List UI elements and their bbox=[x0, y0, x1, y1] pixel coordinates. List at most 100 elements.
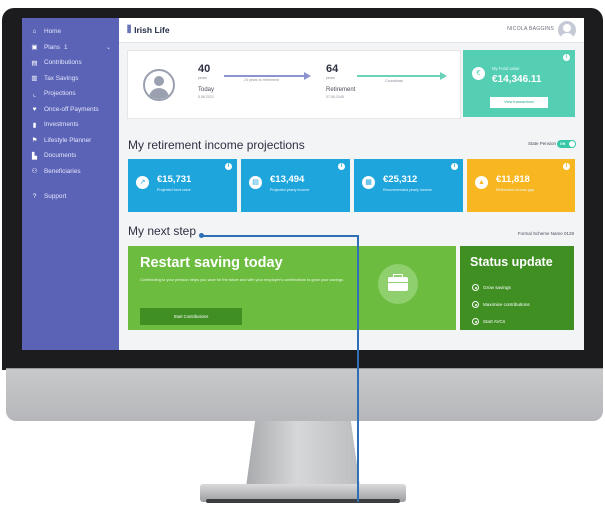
scheme-name: Formal Scheme Name 0128 bbox=[517, 231, 574, 236]
help-icon: ? bbox=[32, 193, 37, 201]
retirement-timeline-card: 40 years Today 5.06.2021 24 years to ret… bbox=[127, 50, 461, 119]
tile-value: €11,818 bbox=[496, 174, 530, 185]
projection-tile[interactable]: i ↗ €15,731 Projected fund value bbox=[128, 159, 237, 212]
view-transactions-button[interactable]: View transactions bbox=[490, 97, 548, 108]
info-icon[interactable]: i bbox=[563, 163, 570, 170]
countdown-track bbox=[357, 75, 442, 77]
state-pension-toggle[interactable]: ON bbox=[557, 140, 576, 148]
state-pension-label: State Pension bbox=[527, 141, 556, 146]
years-to-retirement: 24 years to retirement bbox=[244, 78, 279, 82]
card-title: Restart saving today bbox=[140, 255, 283, 271]
callout-line-vertical bbox=[357, 235, 359, 502]
card-description: Contributing to your pension helps you s… bbox=[140, 277, 344, 282]
monitor-divider bbox=[6, 368, 603, 369]
sidebar-spacer bbox=[22, 179, 119, 189]
payment-icon: ♥ bbox=[32, 105, 37, 113]
check-circle-icon bbox=[472, 318, 479, 325]
sidebar-item-documents[interactable]: ▙ Documents bbox=[22, 148, 119, 164]
status-item-label: Maximise contributions bbox=[483, 302, 530, 307]
current-age-unit: years bbox=[198, 76, 207, 80]
sidebar-item-contributions[interactable]: ▤ Contributions bbox=[22, 55, 119, 71]
retirement-age: 64 bbox=[326, 63, 339, 75]
sidebar-item-tax-savings[interactable]: ▥ Tax Savings bbox=[22, 71, 119, 87]
contributions-icon: ▤ bbox=[31, 59, 38, 67]
tile-label: Recommended yearly income bbox=[383, 188, 432, 192]
status-list: Grow savings Maximise contributions Start … bbox=[472, 279, 530, 330]
growth-icon: ↗ bbox=[136, 176, 149, 189]
fund-value-card: i € My Fund value €14,346.11 View transa… bbox=[463, 50, 575, 117]
sidebar-item-projections[interactable]: ⌞ Projections bbox=[22, 86, 119, 102]
sidebar-item-label: Investments bbox=[44, 121, 79, 129]
home-icon: ⌂ bbox=[32, 28, 37, 36]
tile-value: €25,312 bbox=[383, 174, 418, 185]
countdown-arrow-icon bbox=[440, 72, 447, 80]
status-item[interactable]: Grow savings bbox=[472, 279, 530, 296]
sidebar-item-label: Documents bbox=[44, 152, 77, 160]
sidebar-item-support[interactable]: ? Support bbox=[22, 189, 119, 205]
retirement-label: Retirement bbox=[326, 87, 356, 93]
check-circle-icon bbox=[472, 301, 479, 308]
fund-value: €14,346.11 bbox=[492, 74, 542, 85]
sidebar-item-label: Plans bbox=[44, 43, 60, 51]
countdown-label: Countdown bbox=[385, 79, 404, 83]
sidebar-item-beneficiaries[interactable]: ⚇ Beneficiaries bbox=[22, 164, 119, 180]
user-avatar-icon[interactable] bbox=[558, 21, 576, 39]
restart-saving-card: Restart saving today Contributing to you… bbox=[128, 246, 456, 330]
top-bar: ⫼ Irish Life NICOLA BAGGINS bbox=[119, 18, 584, 43]
tile-label: Retirement income gap bbox=[496, 188, 535, 192]
wallet-icon: ▤ bbox=[249, 176, 262, 189]
monitor-chin bbox=[6, 368, 603, 421]
status-update-card: Status update Grow savings Maximise contr… bbox=[460, 246, 574, 330]
toggle-knob bbox=[569, 141, 575, 147]
sidebar-item-label: Beneficiaries bbox=[44, 167, 81, 175]
app-screen: ⌂ Home ▣ Plans 1 ⌄ ▤ Contributions ▥ Tax Savings ⌞… bbox=[22, 18, 584, 350]
profile-avatar-icon bbox=[143, 69, 175, 101]
today-label: Today bbox=[198, 87, 215, 93]
sidebar-item-label: Tax Savings bbox=[44, 74, 79, 82]
tile-value: €13,494 bbox=[270, 174, 305, 185]
bar-chart-icon: ▮ bbox=[32, 121, 37, 129]
retirement-age-unit: years bbox=[326, 76, 335, 80]
info-icon[interactable]: i bbox=[338, 163, 345, 170]
tile-label: Projected yearly income bbox=[270, 188, 310, 192]
callout-line-horizontal bbox=[201, 235, 358, 237]
sidebar-item-home[interactable]: ⌂ Home bbox=[22, 24, 119, 40]
fund-value-label: My Fund value bbox=[492, 66, 520, 71]
sidebar: ⌂ Home ▣ Plans 1 ⌄ ▤ Contributions ▥ Tax Savings ⌞… bbox=[22, 18, 119, 350]
sidebar-item-plans[interactable]: ▣ Plans 1 ⌄ bbox=[22, 40, 119, 56]
monitor-base-edge bbox=[206, 499, 400, 503]
sidebar-item-label: Lifestyle Planner bbox=[44, 136, 92, 144]
retirement-date: 07.06.2045 bbox=[326, 95, 344, 99]
status-item[interactable]: Maximise contributions bbox=[472, 296, 530, 313]
status-item[interactable]: Start AVCs bbox=[472, 313, 530, 330]
user-name[interactable]: NICOLA BAGGINS bbox=[507, 26, 554, 32]
projection-tile[interactable]: i ▦ €25,312 Recommended yearly income bbox=[354, 159, 463, 212]
timeline-arrow-icon bbox=[304, 72, 311, 80]
sidebar-item-once-off-payments[interactable]: ♥ Once-off Payments bbox=[22, 102, 119, 118]
calendar-icon: ▦ bbox=[362, 176, 375, 189]
projections-heading: My retirement income projections bbox=[128, 138, 305, 152]
sidebar-item-lifestyle-planner[interactable]: ⚑ Lifestyle Planner bbox=[22, 133, 119, 149]
projection-tile[interactable]: i ▤ €13,494 Projected yearly income bbox=[241, 159, 350, 212]
status-item-label: Grow savings bbox=[483, 285, 511, 290]
tile-value: €15,731 bbox=[157, 174, 192, 185]
plans-count-badge: 1 bbox=[64, 43, 68, 51]
document-icon: ▙ bbox=[32, 152, 37, 160]
chart-icon: ⌞ bbox=[32, 90, 37, 98]
sidebar-item-label: Support bbox=[44, 193, 67, 201]
start-contributions-button[interactable]: Start Contributions bbox=[140, 308, 242, 325]
timeline-track bbox=[224, 75, 306, 77]
projection-tile[interactable]: i ▲ €11,818 Retirement income gap bbox=[467, 159, 575, 212]
chevron-down-icon[interactable]: ⌄ bbox=[106, 44, 111, 51]
euro-icon: € bbox=[472, 67, 485, 80]
info-icon[interactable]: i bbox=[451, 163, 458, 170]
tax-icon: ▥ bbox=[31, 75, 38, 83]
info-icon[interactable]: i bbox=[563, 54, 570, 61]
people-icon: ⚇ bbox=[31, 168, 38, 176]
briefcase-icon bbox=[378, 264, 418, 304]
tile-label: Projected fund value bbox=[157, 188, 191, 192]
sidebar-item-investments[interactable]: ▮ Investments bbox=[22, 117, 119, 133]
sidebar-item-label: Once-off Payments bbox=[44, 105, 99, 113]
brand-logo[interactable]: ⫼ Irish Life bbox=[127, 24, 170, 35]
info-icon[interactable]: i bbox=[225, 163, 232, 170]
